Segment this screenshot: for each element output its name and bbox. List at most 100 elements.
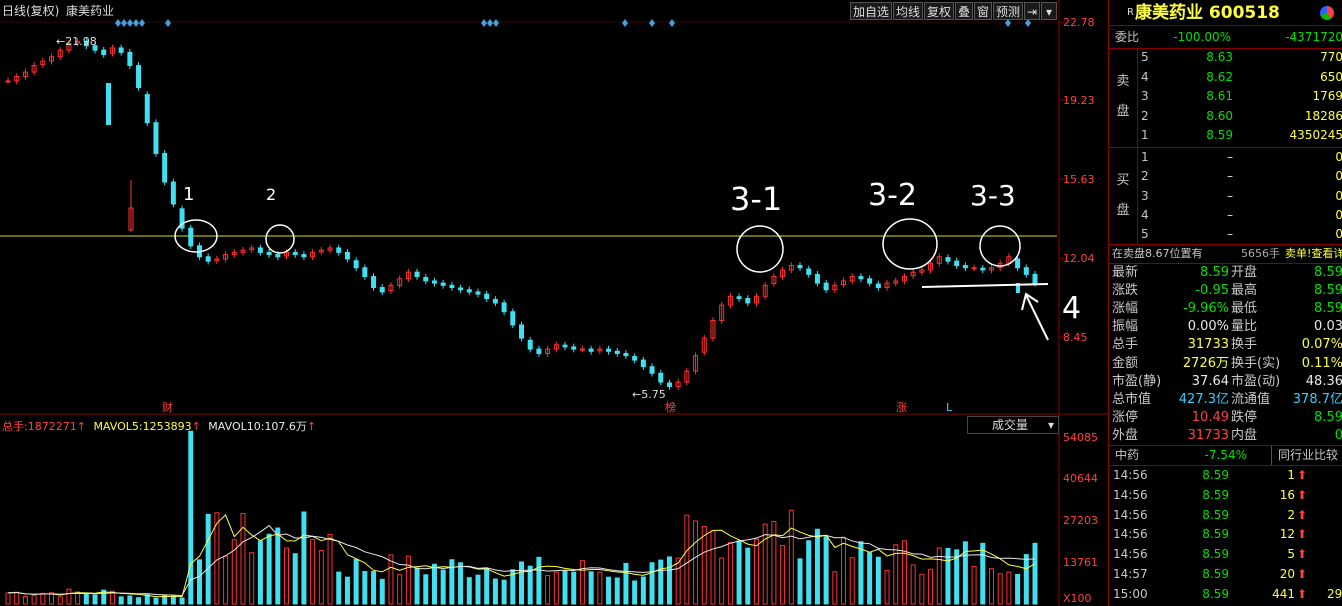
window-button[interactable]: 窗 [974, 2, 992, 20]
adjust-button[interactable]: 复权 [924, 2, 954, 20]
volume-bar [344, 576, 350, 605]
buy-level-row[interactable]: 5 – 0 [1109, 225, 1342, 244]
volume-bar [371, 571, 377, 605]
sell-level-row[interactable]: 4 8.62 650 [1109, 68, 1342, 87]
stat-value: 31733 [1187, 427, 1229, 443]
order-link[interactable]: 卖单!查看详细 [1285, 244, 1342, 263]
candle-body [745, 298, 751, 304]
low-price-label: ←5.75 [632, 388, 666, 401]
volume-bar [997, 573, 1003, 605]
buy-level-row[interactable]: 4 – 0 [1109, 206, 1342, 225]
volume-bar [849, 557, 855, 605]
volume-bar [928, 568, 934, 605]
volume-bar [797, 558, 803, 605]
volume-bar [336, 571, 342, 605]
period-label[interactable]: 日线(复权) [2, 2, 59, 20]
buy-level-row[interactable]: 3 – 0 [1109, 187, 1342, 206]
tick-time: 14:57 [1113, 567, 1148, 581]
level-num: 3 [1141, 188, 1149, 203]
weibi-label: 委比 [1115, 30, 1140, 44]
volume-bar [867, 552, 873, 605]
candle-body [440, 282, 446, 286]
tick-price: 8.59 [1202, 567, 1229, 581]
candle-body [666, 382, 672, 387]
candle-body [257, 247, 263, 253]
volume-bar [823, 536, 829, 605]
sell-level-row[interactable]: 2 8.60 18286 [1109, 107, 1342, 126]
volume-bar [484, 568, 490, 605]
volume-bar [318, 550, 324, 605]
volume-bar [414, 567, 420, 605]
candle-body [188, 227, 194, 247]
candle-body [606, 348, 612, 352]
level-volume: 770 [1320, 50, 1342, 64]
jump-end-icon[interactable]: ⇥ [1024, 2, 1040, 20]
volume-bar [466, 577, 472, 605]
candle-body [980, 267, 986, 271]
volume-bar [727, 542, 733, 605]
volume-bar [310, 539, 316, 605]
buy-level-row[interactable]: 1 – 0 [1109, 148, 1342, 167]
arrow-up-icon: ⬆ [1297, 586, 1308, 601]
stat-value: 8.59 [1314, 265, 1342, 280]
candle-body [954, 260, 960, 267]
hand-circle [979, 225, 1021, 267]
compare-industry-button[interactable]: 同行业比较 [1271, 446, 1338, 465]
volume-tick-label: X100 [1063, 592, 1092, 605]
level-volume: 650 [1320, 69, 1342, 84]
order-info: 在卖盘8.67位置有 [1112, 247, 1203, 260]
hand-circle [882, 218, 938, 270]
stat-row: 金额 2726万 换手(实) 0.11% [1109, 355, 1342, 373]
candle-body [1015, 258, 1021, 269]
quote-panel: R 康美药业 600518 委比 -100.00% -4371720 卖 盘 5… [1108, 0, 1342, 606]
candle-body [301, 254, 307, 258]
volume-bar [901, 540, 907, 605]
pie-chart-icon[interactable] [1320, 6, 1334, 20]
volume-bar [14, 591, 20, 605]
order-info-row[interactable]: 在卖盘8.67位置有 5656手 卖单!查看详细 [1109, 244, 1342, 263]
volume-bar [353, 558, 359, 605]
event-diamond-icon [493, 19, 499, 27]
tick-row: 14:56 8.59 16 ⬆ [1109, 486, 1342, 505]
overlay-button[interactable]: 叠 [955, 2, 973, 20]
stat-value: 0 [1334, 427, 1342, 443]
quote-title-row: R 康美药业 600518 [1109, 2, 1342, 24]
candle-body [579, 348, 585, 351]
add-watchlist-button[interactable]: 加自选 [850, 2, 892, 20]
kline-chart[interactable]: 22.78 19.23 15.63 12.04 8.45 54085 40644 27203 1… [0, 0, 1108, 606]
volume-bar [31, 594, 37, 605]
candle-body [962, 265, 968, 269]
tick-extra: 29 [1327, 586, 1342, 601]
high-price-label: ←21.98 [56, 35, 97, 48]
ma-button[interactable]: 均线 [893, 2, 923, 20]
volume-bar [440, 569, 446, 605]
candle-body [658, 372, 664, 383]
candle-body [153, 122, 159, 154]
sell-level-row[interactable]: 3 8.61 1769 [1109, 87, 1342, 106]
dropdown-icon[interactable]: ▾ [1041, 2, 1057, 20]
stat-label: 内盘 [1231, 427, 1258, 443]
forecast-button[interactable]: 预测 [993, 2, 1023, 20]
candle-body [649, 366, 655, 374]
volume-bar [327, 533, 333, 605]
volume-bar [736, 540, 742, 605]
sell-level-row[interactable]: 1 8.59 4350245 [1109, 126, 1342, 145]
hand-annotation: 2 [266, 185, 276, 204]
buy-level-row[interactable]: 2 – 0 [1109, 167, 1342, 186]
hand-annotation: 3-3 [970, 179, 1016, 212]
candle-body [501, 302, 507, 313]
tick-volume: 12 [1279, 527, 1295, 542]
candle-body [205, 256, 211, 262]
volume-indicator-dropdown[interactable]: 成交量 ▾ [967, 416, 1059, 434]
level-volume: 0 [1335, 227, 1342, 242]
stat-label: 涨停 [1112, 409, 1139, 425]
level-num: 5 [1141, 227, 1149, 242]
stat-value: 48.36 [1305, 373, 1342, 389]
tick-price: 8.59 [1202, 527, 1229, 542]
sell-level-row[interactable]: 5 8.63 770 [1109, 48, 1342, 67]
volume-bar [814, 528, 820, 605]
candle-body [466, 289, 472, 293]
stat-row: 最新 8.59 开盘 8.59 [1109, 264, 1342, 282]
volume-bar [266, 533, 272, 605]
level-volume: 1769 [1312, 89, 1342, 104]
